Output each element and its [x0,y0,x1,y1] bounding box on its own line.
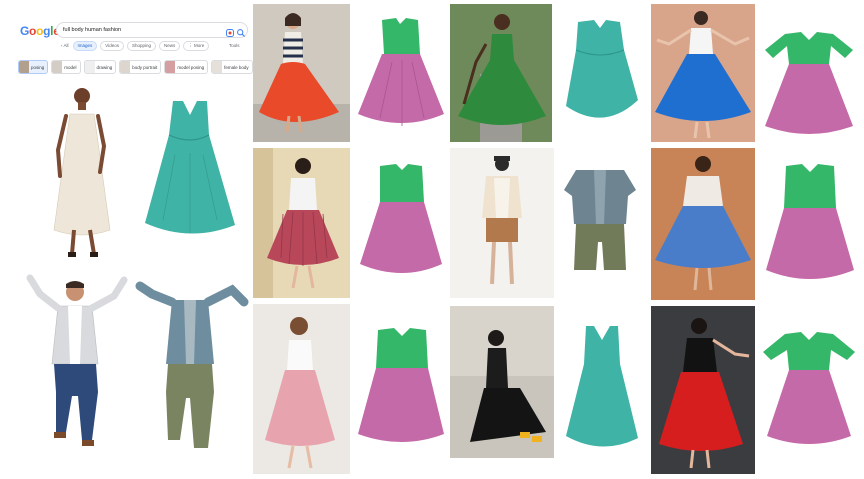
photo-tile-1[interactable] [253,4,350,142]
result-image-woman-cream-dress[interactable] [30,80,140,265]
search-tabs: ‹ All Images Videos Shopping News ⋮ More [60,41,210,51]
photo-tile-15[interactable] [450,306,554,458]
garment-tile-6[interactable] [757,30,861,138]
google-logo[interactable]: Google [20,24,60,38]
search-query[interactable]: full body human fashion [63,24,121,36]
garment-teal-dress[interactable] [135,95,245,240]
photo-tile-3[interactable] [450,4,552,142]
chip-model-posing[interactable]: model posing [164,60,209,74]
photo-tile-11[interactable] [651,148,755,300]
chip-model[interactable]: model [51,60,81,74]
chip-female-body[interactable]: female body [211,60,253,74]
tab-news[interactable]: News [159,41,181,51]
result-image-man-jumping[interactable] [20,272,135,462]
tab-all[interactable]: ‹ All [60,42,70,50]
refine-chips: posing model drawing body portrait model… [18,60,253,74]
garment-tile-8[interactable] [352,160,450,280]
garment-tile-12[interactable] [762,160,858,284]
garment-tile-18[interactable] [757,330,861,450]
garment-tile-2[interactable] [352,14,450,132]
garment-tile-16[interactable] [562,320,642,450]
tab-shopping[interactable]: Shopping [126,41,157,51]
garment-tile-4[interactable] [554,14,646,132]
tab-videos[interactable]: Videos [100,41,124,51]
tools-button[interactable]: Tools [229,43,240,48]
chip-body-portrait[interactable]: body portrait [119,60,162,74]
garment-cardigan-chinos[interactable] [128,280,252,460]
photo-tile-17[interactable] [651,306,755,474]
lens-icon[interactable] [225,25,235,37]
search-icon[interactable] [236,25,246,38]
chip-drawing[interactable]: drawing [83,60,117,74]
photo-tile-7[interactable] [253,148,350,298]
search-panel: Google full body human fashion ‹ All Ima… [0,0,253,479]
photo-tile-9[interactable] [450,148,554,298]
search-box[interactable]: full body human fashion [56,22,248,38]
chip-posing[interactable]: posing [18,60,49,74]
tab-images[interactable]: Images [72,41,98,51]
photo-tile-5[interactable] [651,4,755,142]
photo-tile-13[interactable] [253,304,350,474]
tab-more[interactable]: ⋮ More [183,41,210,51]
garment-tile-14[interactable] [352,324,450,448]
garment-tile-10[interactable] [556,162,644,282]
